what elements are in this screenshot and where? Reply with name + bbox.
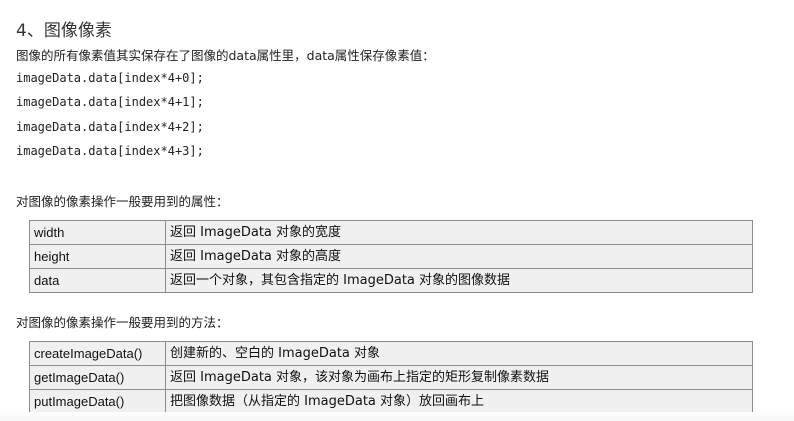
attribute-description: 返回一个对象，其包含指定的 ImageData 对象的图像数据 [165,268,753,293]
intro-text: 图像的所有像素值其实保存在了图像的data属性里，data属性保存像素值： [16,48,435,63]
table-row: height 返回 ImageData 对象的高度 [29,244,753,269]
section-heading: 4、图像像素 [16,21,112,41]
attribute-name: data [29,268,166,293]
attribute-name: height [29,244,166,269]
bottom-fade [0,412,794,421]
methods-label: 对图像的像素操作一般要用到的方法： [16,315,229,330]
attribute-name: width [29,220,166,245]
code-line-2: imageData.data[index*4+2]; [16,120,204,134]
table-row: width 返回 ImageData 对象的宽度 [29,220,753,245]
code-line-0: imageData.data[index*4+0]; [16,71,204,85]
attributes-table: width 返回 ImageData 对象的宽度 height 返回 Image… [29,220,753,293]
method-description: 创建新的、空白的 ImageData 对象 [165,341,753,366]
table-row: data 返回一个对象，其包含指定的 ImageData 对象的图像数据 [29,268,753,293]
table-row: createImageData() 创建新的、空白的 ImageData 对象 [29,341,753,366]
attribute-description: 返回 ImageData 对象的宽度 [165,220,753,245]
method-name: getImageData() [29,365,166,390]
method-name: createImageData() [29,341,166,366]
method-name: putImageData() [29,389,166,414]
attribute-description: 返回 ImageData 对象的高度 [165,244,753,269]
methods-table: createImageData() 创建新的、空白的 ImageData 对象 … [29,341,753,414]
method-description: 把图像数据（从指定的 ImageData 对象）放回画布上 [165,389,753,414]
attributes-label: 对图像的像素操作一般要用到的属性： [16,194,229,209]
code-line-3: imageData.data[index*4+3]; [16,144,204,158]
code-line-1: imageData.data[index*4+1]; [16,95,204,109]
table-row: putImageData() 把图像数据（从指定的 ImageData 对象）放… [29,389,753,414]
table-row: getImageData() 返回 ImageData 对象，该对象为画布上指定… [29,365,753,390]
method-description: 返回 ImageData 对象，该对象为画布上指定的矩形复制像素数据 [165,365,753,390]
